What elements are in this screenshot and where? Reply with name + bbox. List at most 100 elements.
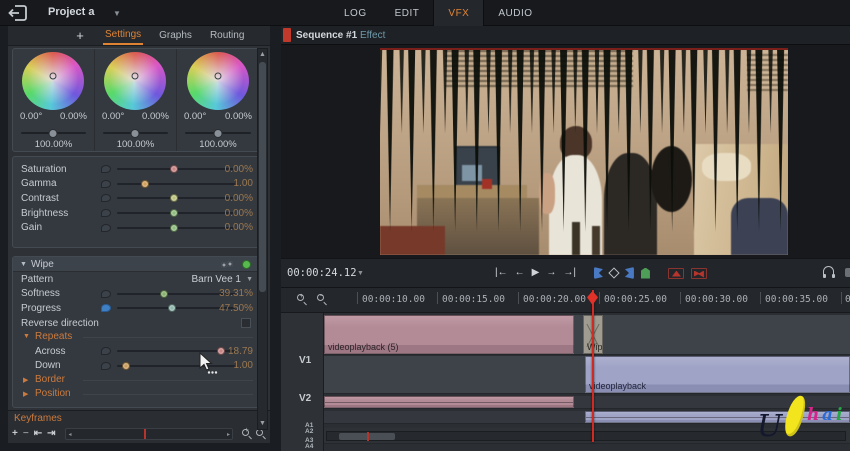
level-slider[interactable] [21, 129, 86, 138]
timeline-zoom-in-icon[interactable]: + [297, 293, 307, 306]
color-wheel[interactable] [22, 52, 85, 110]
reset-icon[interactable] [101, 165, 111, 174]
video-frame[interactable] [380, 48, 788, 255]
track-label-v1[interactable]: V1 [299, 355, 311, 366]
timeline-zoom-out-icon[interactable]: − [317, 293, 327, 306]
project-menu-caret-icon[interactable]: ▼ [113, 9, 121, 18]
slider-knob[interactable] [169, 194, 178, 203]
add-keyframe-button[interactable]: + [12, 428, 18, 439]
zoom-out-icon[interactable]: − [256, 427, 266, 440]
keyframe-current-frame-marker[interactable] [144, 428, 147, 439]
v2-video-clip[interactable]: videoplayback [585, 356, 850, 393]
wipe-section-header[interactable]: ▼ Wipe [13, 257, 259, 272]
level-slider-knob[interactable] [213, 129, 223, 138]
settings-scrollbar[interactable]: ▲ ▼ [257, 48, 268, 430]
track-label-a2[interactable]: A2 [305, 428, 313, 435]
reverse-direction-checkbox[interactable] [241, 318, 251, 329]
pattern-dropdown[interactable]: Barn Vee 1 [192, 274, 241, 285]
tab-effect[interactable]: Effect [360, 30, 385, 41]
chevron-down-icon[interactable]: ▼ [246, 276, 253, 283]
reset-icon[interactable] [101, 347, 111, 356]
softness-slider[interactable] [117, 289, 235, 298]
track-label-v2[interactable]: V2 [299, 393, 311, 404]
gain-slider[interactable] [117, 223, 235, 232]
slider-knob[interactable] [169, 223, 178, 232]
level-slider[interactable] [184, 129, 251, 138]
prev-keyframe-button[interactable]: ⇤ [34, 428, 42, 439]
reset-icon[interactable] [101, 361, 111, 370]
expand-triangle-icon[interactable]: ▶ [23, 376, 28, 384]
level-slider[interactable] [102, 129, 168, 138]
brightness-slider[interactable] [117, 209, 235, 218]
collapse-triangle-icon[interactable]: ▼ [23, 333, 30, 340]
a34-audio-clip[interactable] [585, 411, 850, 423]
zoom-in-icon[interactable]: + [242, 427, 252, 440]
slider-knob[interactable] [141, 179, 150, 188]
keyframe-timeline-strip[interactable]: ◂ ▸ [65, 427, 233, 440]
timecode-caret-icon[interactable]: ▼ [357, 270, 364, 277]
down-slider[interactable] [117, 361, 235, 370]
color-wheel[interactable] [186, 52, 249, 110]
progress-slider[interactable] [117, 304, 235, 313]
reset-icon-active[interactable] [101, 304, 111, 313]
wheel-pointer-handle[interactable] [131, 72, 139, 80]
timecode-display[interactable]: 00:00:24.12 [287, 267, 357, 279]
level-slider-knob[interactable] [130, 129, 140, 138]
reset-icon[interactable] [101, 289, 111, 298]
collapse-triangle-icon[interactable]: ▼ [20, 261, 27, 268]
track-a1-a2[interactable] [324, 396, 850, 409]
v1-video-clip[interactable]: videoplayback (5) [324, 315, 574, 354]
level-slider-knob[interactable] [48, 129, 58, 138]
expand-triangle-icon[interactable]: ▶ [23, 390, 28, 398]
step-back-button[interactable]: ← [515, 265, 525, 281]
add-effect-button[interactable]: + [72, 28, 88, 44]
slider-knob[interactable] [169, 165, 178, 174]
audio-monitor-icon[interactable] [823, 266, 836, 278]
tab-graphs[interactable]: Graphs [157, 28, 194, 44]
strip-left-arrow-icon[interactable]: ◂ [68, 431, 71, 438]
tab-sequence[interactable]: Sequence #1 [296, 30, 357, 41]
repeats-header[interactable]: ▼ Repeats [13, 330, 259, 344]
saturation-slider[interactable] [117, 165, 235, 174]
next-keyframe-button[interactable]: ⇥ [47, 428, 55, 439]
slider-knob[interactable] [160, 289, 169, 298]
wheel-pointer-handle[interactable] [214, 72, 222, 80]
timeline-ruler[interactable]: + − 00:00:10.00 00:00:15.00 00:00:20.00 … [281, 288, 850, 313]
strip-right-arrow-icon[interactable]: ▸ [227, 431, 230, 438]
scroll-down-icon[interactable]: ▼ [258, 418, 267, 429]
slider-knob[interactable] [169, 209, 178, 218]
effect-enabled-toggle[interactable] [242, 260, 251, 269]
scroll-up-icon[interactable]: ▲ [258, 49, 267, 60]
go-to-end-button[interactable]: →| [563, 265, 576, 281]
go-to-start-button[interactable]: |← [495, 265, 508, 281]
reset-icon[interactable] [101, 179, 111, 188]
play-button[interactable]: ▶ [532, 265, 540, 281]
tab-log[interactable]: LOG [330, 0, 381, 26]
tab-settings[interactable]: Settings [103, 27, 144, 45]
scrollbar-handle[interactable] [259, 62, 266, 292]
position-header[interactable]: ▶ Position [13, 387, 259, 401]
step-forward-button[interactable]: → [546, 265, 556, 281]
slider-knob[interactable] [122, 361, 131, 370]
exit-project-icon[interactable] [8, 4, 28, 22]
track-a3-a4[interactable] [324, 411, 850, 424]
mark-out-icon[interactable] [624, 267, 634, 279]
playhead-line[interactable] [592, 290, 594, 442]
reset-icon[interactable] [101, 209, 111, 218]
tab-routing[interactable]: Routing [208, 28, 246, 44]
mark-cue-icon[interactable] [608, 267, 620, 279]
remove-keyframe-button[interactable]: − [23, 428, 29, 439]
track-label-a4[interactable]: A4 [305, 443, 313, 450]
gamma-slider[interactable] [117, 179, 235, 188]
routing-gears-icon[interactable] [221, 261, 233, 269]
reset-icon[interactable] [101, 223, 111, 232]
a12-audio-clip[interactable] [324, 396, 574, 408]
tab-edit[interactable]: EDIT [381, 0, 434, 26]
across-slider[interactable] [117, 347, 235, 356]
park-marker-icon[interactable] [640, 267, 650, 279]
track-v1[interactable]: videoplayback (5) Wipe [324, 315, 850, 355]
insert-edit-icon[interactable] [690, 267, 707, 279]
border-header[interactable]: ▶ Border [13, 373, 259, 387]
tab-audio[interactable]: AUDIO [484, 0, 546, 26]
wheel-pointer-handle[interactable] [49, 72, 57, 80]
